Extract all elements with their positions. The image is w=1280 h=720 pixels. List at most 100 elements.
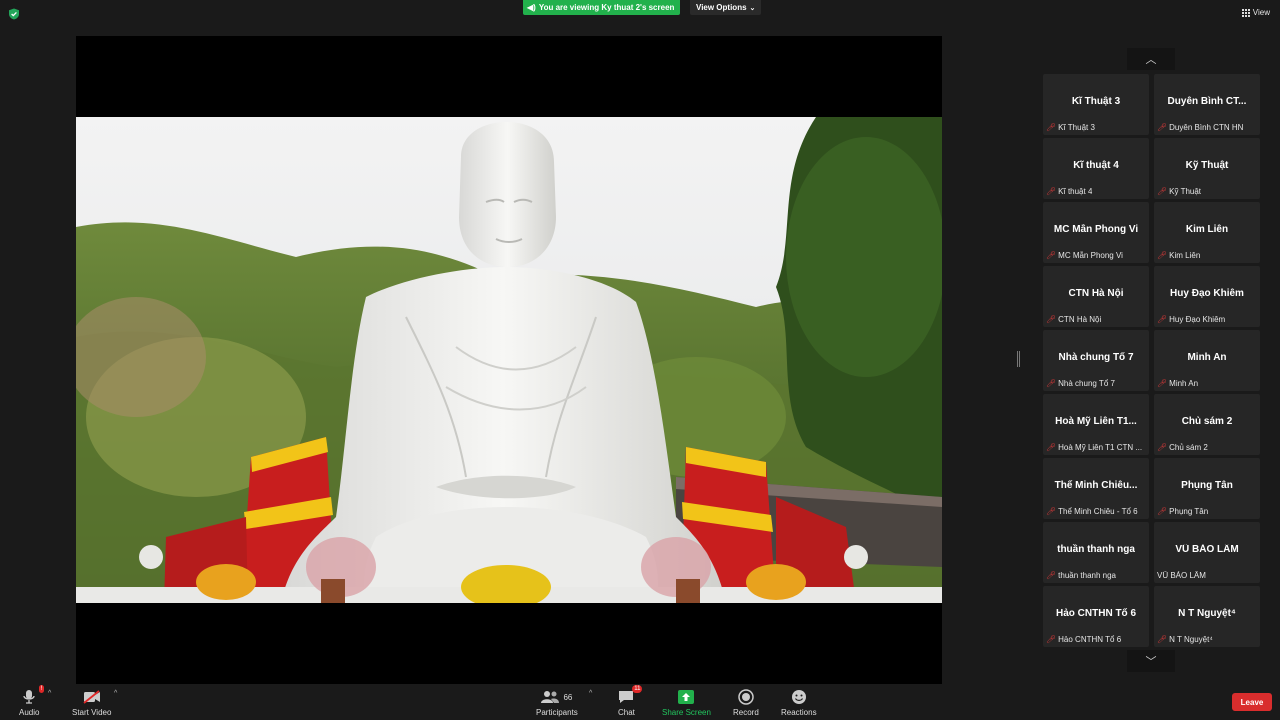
participant-name: Huy Đạo Khiêm: [1169, 315, 1226, 324]
participants-icon: 66: [541, 688, 572, 706]
participant-display-name: Kĩ Thuật 3: [1071, 96, 1121, 107]
share-screen-icon: [678, 688, 695, 706]
participant-tile[interactable]: Huy Đạo Khiêm 🎤︎ Huy Đạo Khiêm: [1154, 266, 1260, 327]
participant-tile[interactable]: Kĩ Thuật 3 🎤︎ Kĩ Thuật 3: [1043, 74, 1149, 135]
participant-display-name: thuần thanh nga: [1057, 544, 1135, 555]
record-icon: [738, 688, 754, 706]
participant-display-name: Minh An: [1187, 352, 1227, 363]
view-label: View: [1252, 8, 1270, 17]
reactions-button[interactable]: Reactions: [781, 688, 817, 717]
video-off-icon: [83, 688, 101, 706]
panel-resize-handle[interactable]: [1017, 351, 1020, 367]
participant-name: CTN Hà Nội: [1058, 315, 1102, 324]
participant-name-bar: 🎤︎ Kĩ thuật 4: [1046, 187, 1146, 196]
participant-tile[interactable]: Kĩ thuật 4 🎤︎ Kĩ thuật 4: [1043, 138, 1149, 199]
mic-muted-icon: 🎤︎: [1046, 507, 1057, 516]
participant-name: Kĩ thuật 4: [1058, 187, 1093, 196]
chevron-down-icon: ﹀: [1145, 656, 1157, 668]
participant-tile[interactable]: Phụng Tân 🎤︎ Phụng Tân: [1154, 458, 1260, 519]
participant-tile[interactable]: Duyên Bình CT... 🎤︎ Duyên Bình CTN HN: [1154, 74, 1260, 135]
meeting-toolbar: ! Audio ^ Start Video ^ 66 Participants …: [0, 684, 1280, 720]
participant-display-name: Chủ sám 2: [1181, 416, 1233, 427]
participant-name: Nhà chung Tổ 7: [1058, 379, 1115, 388]
smiley-icon: [791, 688, 807, 706]
buddha-statue-image: [76, 117, 942, 603]
chat-label: Chat: [618, 708, 635, 717]
participant-name: Minh An: [1169, 379, 1199, 388]
participant-tile[interactable]: thuần thanh nga 🎤︎ thuần thanh nga: [1043, 522, 1149, 583]
participant-tile[interactable]: VŨ BẢO LÂM VŨ BẢO LÂM: [1154, 522, 1260, 583]
record-button[interactable]: Record: [733, 688, 759, 717]
participant-tile[interactable]: MC Mẫn Phong Vi 🎤︎ MC Mẫn Phong Vi: [1043, 202, 1149, 263]
banner-text: You are viewing Ky thuat 2's screen: [538, 3, 675, 12]
leave-button[interactable]: Leave: [1232, 693, 1272, 711]
participant-name: Duyên Bình CTN HN: [1169, 123, 1244, 132]
participant-name-bar: 🎤︎ Kim Liên: [1157, 251, 1257, 260]
grid-icon: [1241, 8, 1250, 17]
mic-muted-icon: 🎤︎: [1046, 251, 1057, 260]
mic-muted-icon: 🎤︎: [1157, 123, 1168, 132]
participants-options-caret-icon[interactable]: ^: [589, 690, 592, 697]
participant-tile[interactable]: Kỹ Thuật 🎤︎ Kỹ Thuật: [1154, 138, 1260, 199]
shield-icon[interactable]: [8, 8, 20, 20]
share-screen-button[interactable]: Share Screen: [662, 688, 711, 717]
mic-muted-icon: 🎤︎: [1157, 251, 1168, 260]
participants-label: Participants: [536, 708, 578, 717]
start-video-button[interactable]: Start Video: [72, 688, 111, 717]
participant-name-bar: 🎤︎ Chủ sám 2: [1157, 443, 1257, 452]
participant-tile[interactable]: N T Nguyệt⁴ 🎤︎ N T Nguyệt⁴: [1154, 586, 1260, 647]
participant-tile[interactable]: Hoà Mỹ Liên T1... 🎤︎ Hoà Mỹ Liên T1 CTN ..…: [1043, 394, 1149, 455]
participant-name: N T Nguyệt⁴: [1169, 635, 1213, 644]
participant-name-bar: 🎤︎ Duyên Bình CTN HN: [1157, 123, 1257, 132]
participant-tile[interactable]: Thể Minh Chiêu... 🎤︎ Thể Minh Chiêu - Tổ 6: [1043, 458, 1149, 519]
participant-display-name: Kỹ Thuật: [1185, 160, 1229, 171]
participant-name: thuần thanh nga: [1058, 571, 1116, 580]
participant-tile[interactable]: Minh An 🎤︎ Minh An: [1154, 330, 1260, 391]
participant-name-bar: 🎤︎ Thể Minh Chiêu - Tổ 6: [1046, 507, 1146, 516]
participant-name-bar: 🎤︎ Phụng Tân: [1157, 507, 1257, 516]
participant-tile[interactable]: Nhà chung Tổ 7 🎤︎ Nhà chung Tổ 7: [1043, 330, 1149, 391]
gallery-scroll-down-button[interactable]: ﹀: [1127, 650, 1175, 672]
chat-button[interactable]: 11 Chat: [618, 685, 643, 717]
mic-muted-icon: 🎤︎: [1046, 379, 1057, 388]
participant-tile[interactable]: Hảo CNTHN Tổ 6 🎤︎ Hảo CNTHN Tổ 6: [1043, 586, 1149, 647]
gallery-scroll-up-button[interactable]: ︿: [1127, 48, 1175, 70]
audio-options-caret-icon[interactable]: ^: [48, 690, 51, 697]
participant-name-bar: 🎤︎ Kỹ Thuật: [1157, 187, 1257, 196]
participant-name: Phụng Tân: [1169, 507, 1209, 516]
mic-muted-icon: 🎤︎: [1046, 443, 1057, 452]
participant-name-bar: 🎤︎ Hảo CNTHN Tổ 6: [1046, 635, 1146, 644]
participant-name: Hoà Mỹ Liên T1 CTN ...: [1058, 443, 1143, 452]
participant-name-bar: 🎤︎ thuần thanh nga: [1046, 571, 1146, 580]
participants-button[interactable]: 66 Participants: [536, 688, 578, 717]
participant-display-name: Thể Minh Chiêu...: [1054, 480, 1138, 491]
participant-name: VŨ BẢO LÂM: [1157, 571, 1206, 580]
shared-screen: [76, 36, 942, 684]
video-options-caret-icon[interactable]: ^: [114, 690, 117, 697]
participant-display-name: Duyên Bình CT...: [1167, 96, 1247, 107]
participant-name-bar: 🎤︎ Hoà Mỹ Liên T1 CTN ...: [1046, 443, 1146, 452]
chat-unread-badge: 11: [632, 685, 643, 693]
participant-name: Kĩ Thuật 3: [1058, 123, 1095, 132]
share-screen-label: Share Screen: [662, 708, 711, 717]
start-video-label: Start Video: [72, 708, 112, 717]
participant-name-bar: 🎤︎ Huy Đạo Khiêm: [1157, 315, 1257, 324]
microphone-icon: !: [22, 685, 45, 706]
participant-display-name: Huy Đạo Khiêm: [1170, 288, 1244, 299]
audio-button[interactable]: ! Audio: [19, 685, 45, 717]
participant-tile[interactable]: Kim Liên 🎤︎ Kim Liên: [1154, 202, 1260, 263]
view-button[interactable]: View: [1241, 8, 1270, 17]
reactions-label: Reactions: [781, 708, 817, 717]
participant-tile[interactable]: CTN Hà Nội 🎤︎ CTN Hà Nội: [1043, 266, 1149, 327]
participant-name-bar: 🎤︎ Minh An: [1157, 379, 1257, 388]
audio-warning-badge: !: [38, 685, 45, 693]
participant-name: Hảo CNTHN Tổ 6: [1058, 635, 1122, 644]
participant-name: Chủ sám 2: [1169, 443, 1208, 452]
viewing-banner: ◀) You are viewing Ky thuat 2's screen: [523, 0, 681, 15]
chevron-up-icon: ︿: [1145, 54, 1157, 66]
mic-muted-icon: 🎤︎: [1157, 315, 1168, 324]
participants-count: 66: [563, 692, 573, 702]
zoom-meeting-window: ◀) You are viewing Ky thuat 2's screen V…: [0, 0, 1280, 720]
view-options-button[interactable]: View Options ⌄: [690, 0, 762, 15]
participant-tile[interactable]: Chủ sám 2 🎤︎ Chủ sám 2: [1154, 394, 1260, 455]
